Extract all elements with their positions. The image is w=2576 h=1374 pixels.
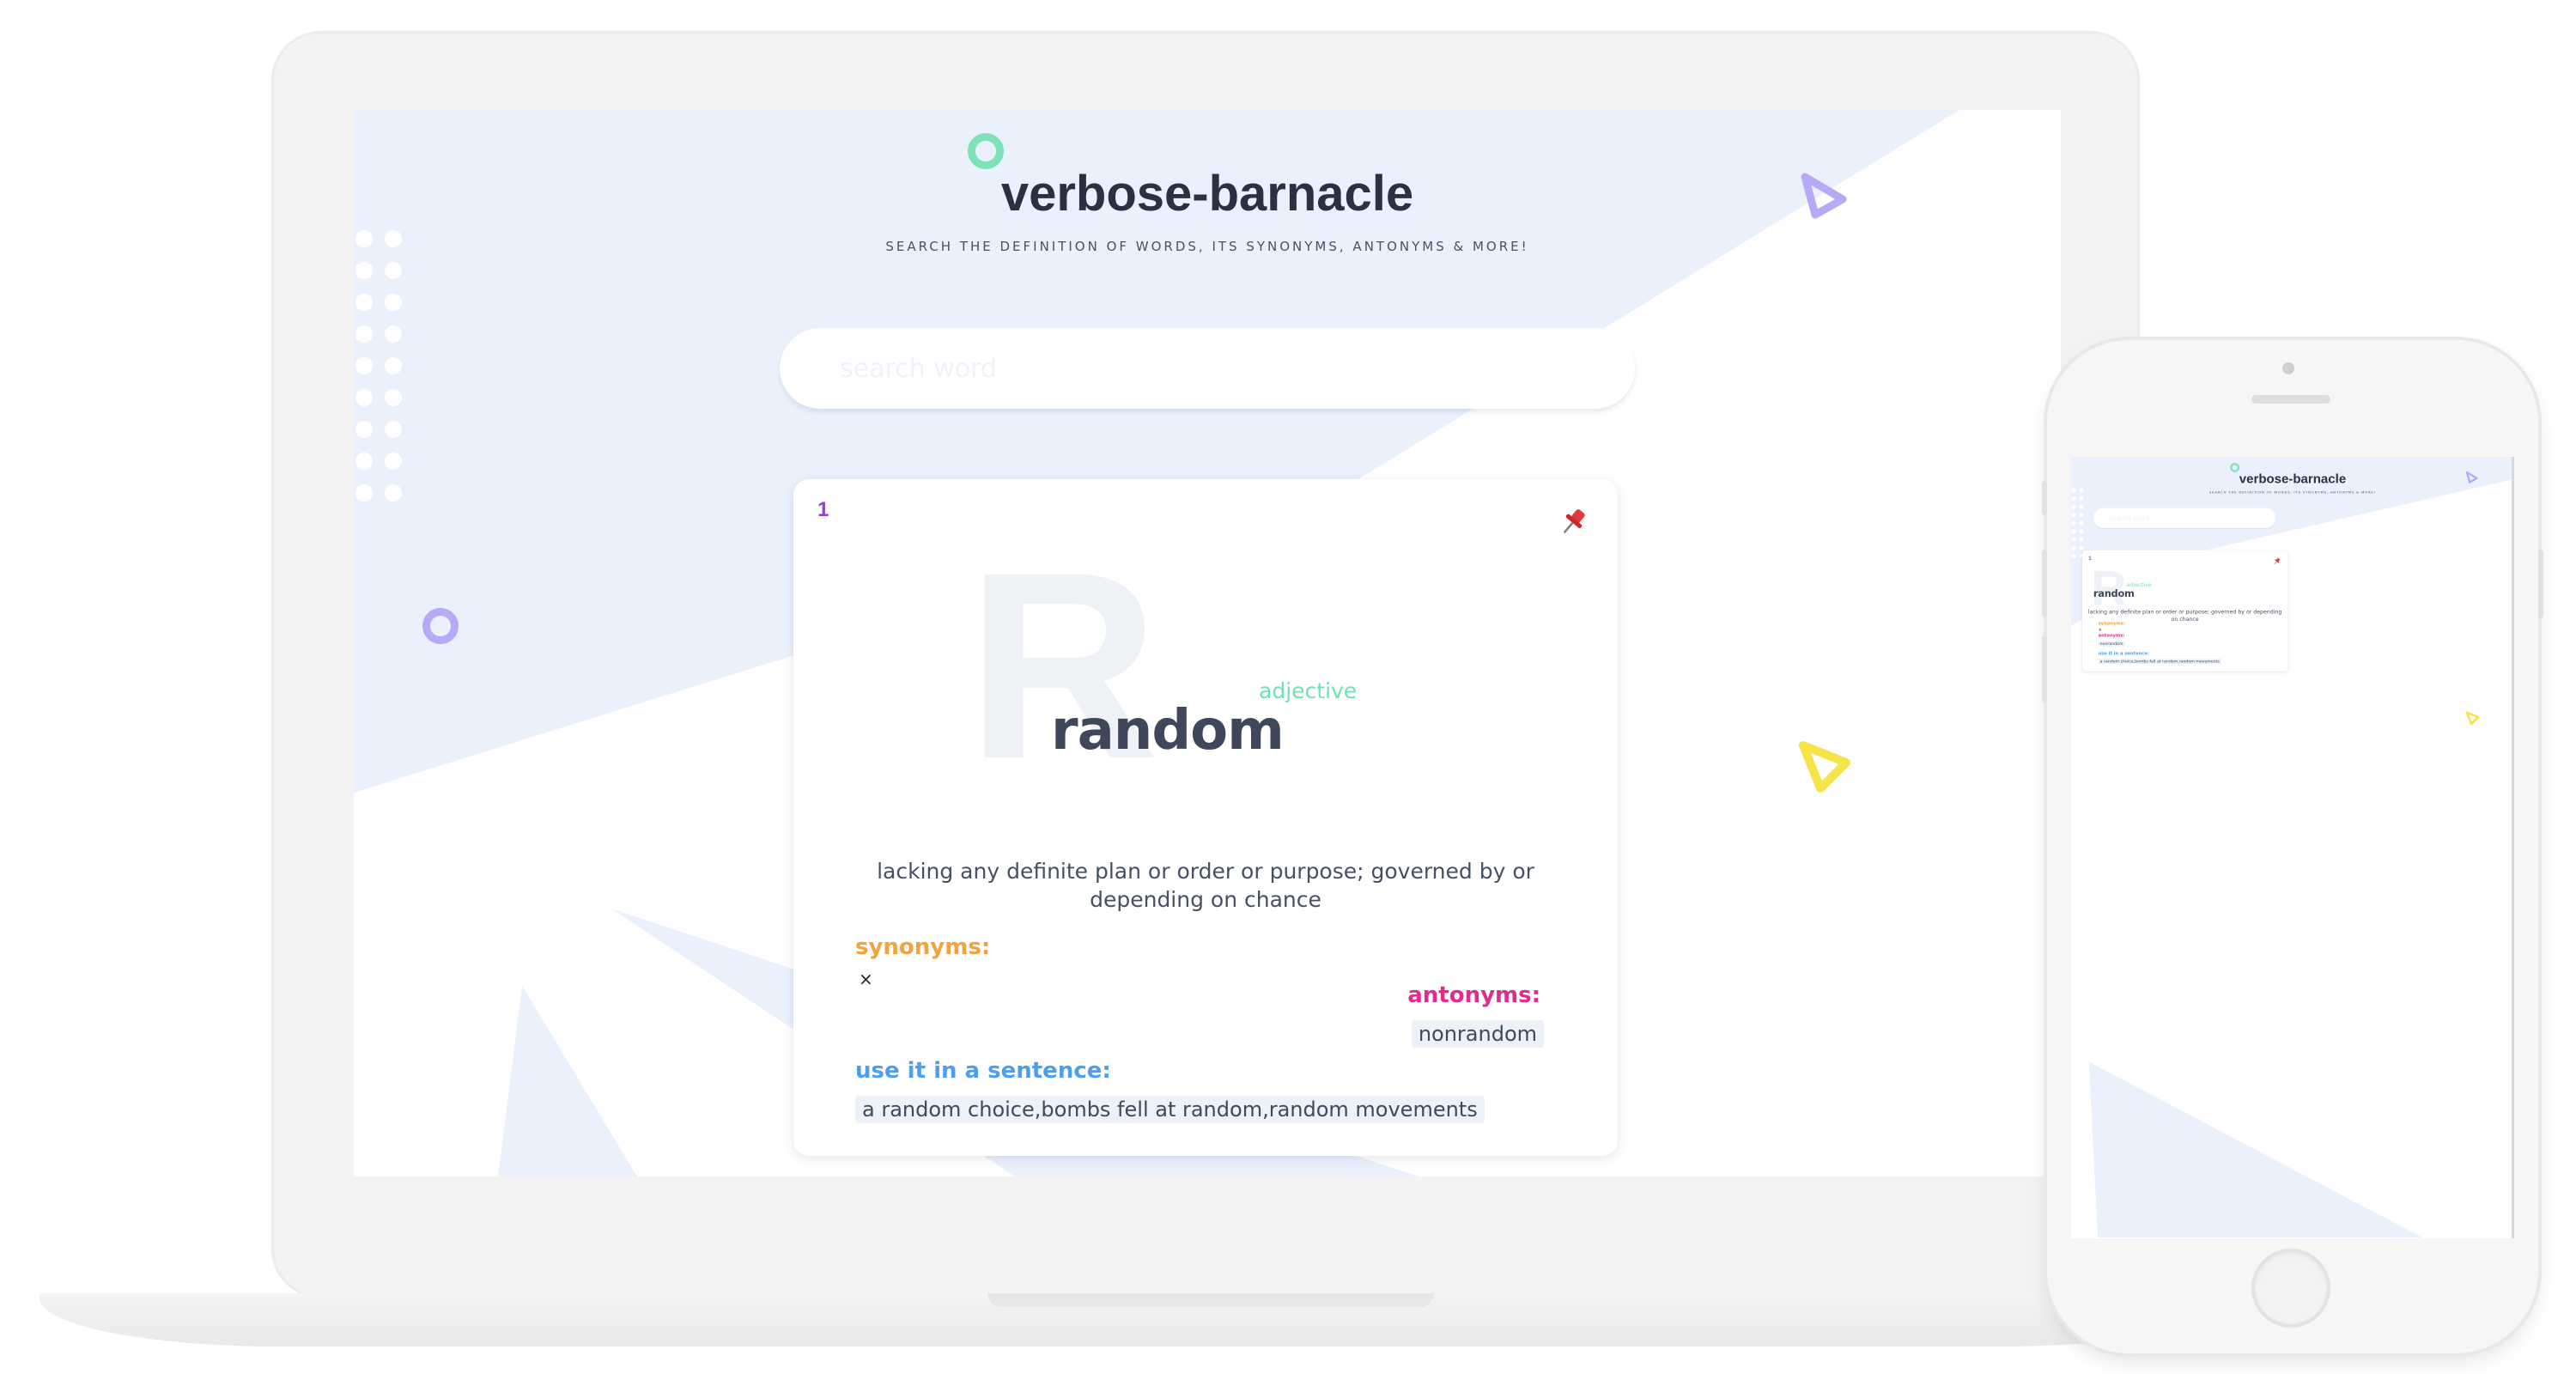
dot-pattern: [2071, 488, 2084, 559]
phone-power-button: [2538, 550, 2543, 618]
laptop-screen: verbose-barnacle SEARCH THE DEFINITION O…: [354, 110, 2061, 1176]
definition-text: lacking any definite plan or order or pu…: [877, 859, 1534, 912]
sentence-label: use it in a sentence:: [855, 1058, 1111, 1084]
search-input[interactable]: [780, 328, 1635, 409]
app-subtitle: SEARCH THE DEFINITION OF WORDS, ITS SYNO…: [2208, 489, 2376, 495]
antonym-tag: nonrandom: [1411, 1020, 1544, 1048]
phone-screen: verbose-barnacle SEARCH THE DEFINITION O…: [2071, 457, 2514, 1238]
synonyms-label: synonyms:: [2098, 620, 2125, 626]
phone-volume-down: [2042, 635, 2047, 702]
ring-decoration-green: [968, 133, 1004, 169]
ring-decoration-purple: [422, 608, 459, 644]
sentence-label: use it in a sentence:: [2098, 650, 2149, 656]
dot-pattern: [355, 230, 402, 502]
sentence-tag: a random choice,bombs fell at random,ran…: [2098, 658, 2221, 665]
app-mobile: verbose-barnacle SEARCH THE DEFINITION O…: [2071, 457, 2512, 1238]
app-subtitle: SEARCH THE DEFINITION OF WORDS, ITS SYNO…: [885, 239, 1529, 254]
app-desktop: verbose-barnacle SEARCH THE DEFINITION O…: [354, 110, 2061, 1176]
word-card: 1 R random adjective lacking any definit…: [2081, 550, 2288, 672]
antonym-tag: nonrandom: [2098, 641, 2125, 647]
antonyms-label: antonyms:: [2098, 632, 2125, 638]
word-card: 1 R random adjective lacking any definit…: [793, 479, 1618, 1156]
phone-home-button: [2255, 1252, 2327, 1324]
close-icon: ×: [859, 969, 873, 989]
app-title: verbose-barnacle: [1000, 166, 1414, 222]
part-of-speech: adjective: [2126, 581, 2152, 588]
close-icon: ×: [2098, 627, 2102, 633]
word-heading: random: [2093, 587, 2135, 600]
phone-speaker: [2251, 395, 2330, 404]
word-heading: random: [1051, 699, 1285, 763]
antonyms-label: antonyms:: [1407, 982, 1540, 1008]
pushpin-icon[interactable]: [2272, 557, 2281, 566]
synonyms-label: synonyms:: [855, 934, 991, 960]
pushpin-icon[interactable]: [1556, 505, 1590, 539]
laptop-notch: [987, 1293, 1434, 1307]
part-of-speech: adjective: [1259, 678, 1358, 703]
card-index: 1: [817, 498, 829, 521]
app-title: verbose-barnacle: [2239, 471, 2347, 486]
phone-side-button: [2042, 481, 2047, 515]
phone-volume-up: [2042, 550, 2047, 617]
triangle-decoration-yellow: [2465, 711, 2480, 726]
triangle-decoration-yellow: [1799, 741, 1850, 793]
sentence-tag: a random choice,bombs fell at random,ran…: [855, 1096, 1485, 1123]
search-input[interactable]: [2093, 508, 2276, 528]
phone-camera: [2282, 362, 2294, 374]
